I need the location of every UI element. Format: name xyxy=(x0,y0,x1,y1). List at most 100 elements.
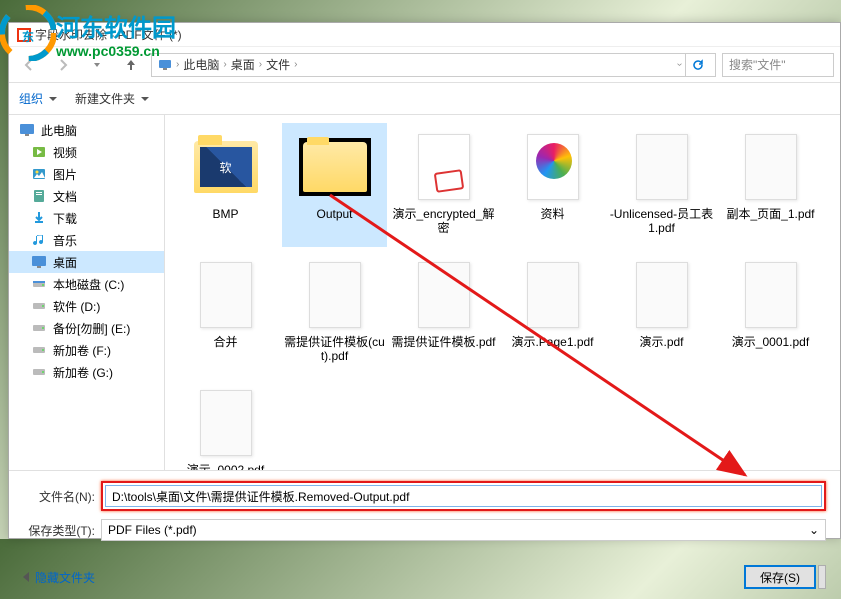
drive-c-icon xyxy=(31,276,47,292)
file-name-label: 演示_encrypted_解密 xyxy=(391,207,496,235)
sidebar-item-label: 备份[勿删] (E:) xyxy=(53,320,130,337)
watermark-url: www.pc0359.cn xyxy=(56,43,176,59)
sidebar-item-video[interactable]: 视频 xyxy=(9,141,164,163)
filetype-dropdown[interactable]: PDF Files (*.pdf) ⌄ xyxy=(101,519,826,541)
search-placeholder: 搜索"文件" xyxy=(729,56,786,73)
sidebar-item-drive-c[interactable]: 本地磁盘 (C:) xyxy=(9,273,164,295)
sidebar-nav: 此电脑 视频图片文档下载音乐桌面本地磁盘 (C:) 软件 (D:) 备份[勿删] (… xyxy=(9,115,165,470)
file-item[interactable]: 演示_0002.pdf xyxy=(173,379,278,470)
form-area: 文件名(N): 保存类型(T): PDF Files (*.pdf) ⌄ xyxy=(9,470,840,559)
sidebar-item-label: 新加卷 (F:) xyxy=(53,342,111,359)
watermark-title: 河东软件园 xyxy=(56,8,176,43)
file-item[interactable]: 合并 xyxy=(173,251,278,375)
sidebar-item-label: 下载 xyxy=(53,210,77,227)
document-icon xyxy=(31,188,47,204)
file-name-label: BMP xyxy=(173,207,278,221)
breadcrumb-pc[interactable]: 此电脑 xyxy=(183,56,219,73)
file-list-area[interactable]: 软 BMP Output 演示_encrypted_解密资料 -Unlicensed-员… xyxy=(165,115,840,470)
music-icon xyxy=(31,232,47,248)
chevron-down-icon: ⌄ xyxy=(809,523,819,537)
download-icon xyxy=(31,210,47,226)
drive-icon xyxy=(31,298,47,314)
desktop-icon xyxy=(31,254,47,270)
sidebar-item-label: 新加卷 (G:) xyxy=(53,364,113,381)
file-item[interactable]: -Unlicensed-员工表1.pdf xyxy=(609,123,714,247)
file-name-label: Output xyxy=(282,207,387,221)
file-thumbnail xyxy=(408,259,480,331)
file-name-label: 副本_页面_1.pdf xyxy=(718,207,823,221)
dialog-toolbar: 组织 新建文件夹 xyxy=(9,83,840,115)
refresh-button[interactable] xyxy=(685,53,709,77)
sidebar-item-label: 桌面 xyxy=(53,254,77,271)
file-name-label: 演示.pdf xyxy=(609,335,714,349)
file-thumbnail xyxy=(626,131,698,203)
save-button[interactable]: 保存(S) xyxy=(744,565,816,589)
sidebar-item-label: 图片 xyxy=(53,166,77,183)
file-thumbnail: 软 xyxy=(190,131,262,203)
sidebar-item-drive[interactable]: 新加卷 (G:) xyxy=(9,361,164,383)
file-thumbnail xyxy=(517,131,589,203)
file-item[interactable]: 演示.pdf xyxy=(609,251,714,375)
file-name-label: 合并 xyxy=(173,335,278,349)
sidebar-item-document[interactable]: 文档 xyxy=(9,185,164,207)
sidebar-item-desktop[interactable]: 桌面 xyxy=(9,251,164,273)
breadcrumb-folder[interactable]: 文件 xyxy=(266,56,290,73)
sidebar-item-label: 音乐 xyxy=(53,232,77,249)
filename-highlight-box xyxy=(101,481,826,511)
file-name-label: 需提供证件模板.pdf xyxy=(391,335,496,349)
file-thumbnail xyxy=(299,131,371,203)
file-thumbnail xyxy=(735,259,807,331)
file-thumbnail xyxy=(299,259,371,331)
picture-icon xyxy=(31,166,47,182)
drive-icon xyxy=(31,342,47,358)
video-icon xyxy=(31,144,47,160)
file-name-label: 演示_0001.pdf xyxy=(718,335,823,349)
file-thumbnail xyxy=(408,131,480,203)
file-item[interactable]: 需提供证件模板(cut).pdf xyxy=(282,251,387,375)
website-watermark: 东 河东软件园 www.pc0359.cn xyxy=(0,5,176,61)
sidebar-item-label: 视频 xyxy=(53,144,77,161)
filename-input[interactable] xyxy=(105,485,822,507)
filetype-label: 保存类型(T): xyxy=(23,522,95,539)
file-item[interactable]: 演示_encrypted_解密 xyxy=(391,123,496,247)
search-input[interactable]: 搜索"文件" xyxy=(722,53,834,77)
pc-icon xyxy=(19,122,35,138)
file-thumbnail xyxy=(517,259,589,331)
file-item[interactable]: 演示.Page1.pdf xyxy=(500,251,605,375)
drive-icon xyxy=(31,320,47,336)
file-name-label: -Unlicensed-员工表1.pdf xyxy=(609,207,714,235)
file-name-label: 演示.Page1.pdf xyxy=(500,335,605,349)
file-thumbnail xyxy=(735,131,807,203)
svg-text:东: 东 xyxy=(22,29,34,44)
sidebar-item-music[interactable]: 音乐 xyxy=(9,229,164,251)
file-thumbnail xyxy=(190,259,262,331)
sidebar-item-picture[interactable]: 图片 xyxy=(9,163,164,185)
file-item[interactable]: 副本_页面_1.pdf xyxy=(718,123,823,247)
organize-button[interactable]: 组织 xyxy=(19,90,57,107)
file-item[interactable]: Output xyxy=(282,123,387,247)
sidebar-item-drive[interactable]: 备份[勿删] (E:) xyxy=(9,317,164,339)
watermark-logo-icon: 东 xyxy=(0,5,56,61)
file-name-label: 资料 xyxy=(500,207,605,221)
sidebar-this-pc[interactable]: 此电脑 xyxy=(9,119,164,141)
save-file-dialog: 字段水印去除 - PDF文件 (*) › 此电脑 › 桌面 › 文件 › › 搜… xyxy=(8,22,841,539)
breadcrumb-desktop[interactable]: 桌面 xyxy=(231,56,255,73)
breadcrumb-bar[interactable]: › 此电脑 › 桌面 › 文件 › › xyxy=(151,53,716,77)
sidebar-item-label: 文档 xyxy=(53,188,77,205)
cancel-button[interactable] xyxy=(818,565,826,589)
file-thumbnail xyxy=(190,387,262,459)
sidebar-item-download[interactable]: 下载 xyxy=(9,207,164,229)
drive-icon xyxy=(31,364,47,380)
file-item[interactable]: 资料 xyxy=(500,123,605,247)
file-name-label: 需提供证件模板(cut).pdf xyxy=(282,335,387,363)
file-item[interactable]: 演示_0001.pdf xyxy=(718,251,823,375)
sidebar-item-drive[interactable]: 新加卷 (F:) xyxy=(9,339,164,361)
new-folder-button[interactable]: 新建文件夹 xyxy=(75,90,149,107)
file-item[interactable]: 软 BMP xyxy=(173,123,278,247)
sidebar-item-label: 本地磁盘 (C:) xyxy=(53,276,124,293)
file-name-label: 演示_0002.pdf xyxy=(173,463,278,470)
filename-label: 文件名(N): xyxy=(23,488,95,505)
sidebar-item-drive[interactable]: 软件 (D:) xyxy=(9,295,164,317)
hide-folders-toggle[interactable]: 隐藏文件夹 xyxy=(23,569,95,586)
file-item[interactable]: 需提供证件模板.pdf xyxy=(391,251,496,375)
